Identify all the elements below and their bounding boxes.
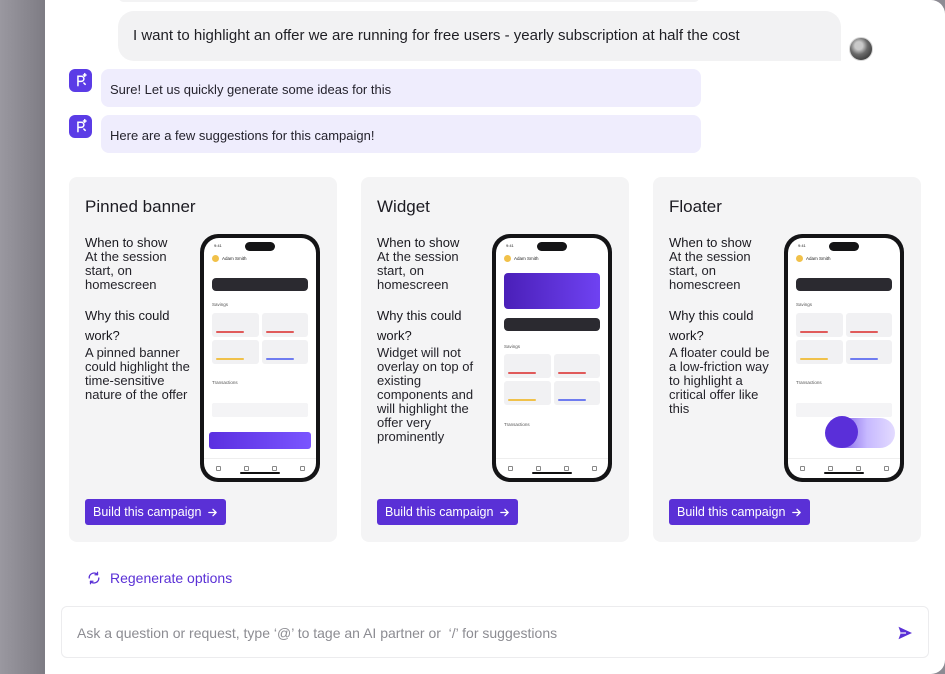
build-campaign-button[interactable]: Build this campaign bbox=[377, 499, 519, 525]
phone-notch bbox=[829, 242, 859, 251]
phone-name: Adam Smith bbox=[222, 256, 247, 261]
phone-tabbar bbox=[204, 458, 316, 478]
savings-label: Savings bbox=[796, 302, 813, 307]
when-label: When to show bbox=[669, 235, 752, 250]
bot-message-text: Here are a few suggestions for this camp… bbox=[110, 128, 375, 143]
widget-preview bbox=[504, 273, 600, 309]
phone-tabbar bbox=[788, 458, 900, 478]
pinned-banner-preview bbox=[209, 432, 311, 449]
home-indicator bbox=[824, 472, 864, 474]
balance-block bbox=[212, 278, 308, 291]
user-avatar bbox=[849, 37, 873, 61]
phone-notch bbox=[537, 242, 567, 251]
phone-screen: 9:41 Adam Smith Savings Transactions bbox=[496, 238, 608, 478]
phone-mockup: 9:41 Adam Smith Savings Transactions bbox=[200, 234, 320, 482]
arrow-right-icon bbox=[500, 508, 510, 516]
chat-input-bar bbox=[61, 606, 929, 658]
chat-input[interactable] bbox=[77, 622, 877, 644]
why-label: Why this could work? bbox=[669, 308, 754, 343]
card-details: When to show At the session start, on ho… bbox=[377, 236, 485, 444]
build-campaign-label: Build this campaign bbox=[677, 505, 786, 519]
transactions-label: Transactions bbox=[212, 380, 238, 385]
transactions-label: Transactions bbox=[796, 380, 822, 385]
user-message-text: I want to highlight an offer we are runn… bbox=[133, 27, 740, 44]
build-campaign-label: Build this campaign bbox=[385, 505, 494, 519]
send-icon[interactable] bbox=[897, 625, 913, 641]
when-value: At the session start, on homescreen bbox=[669, 249, 751, 292]
transactions-label: Transactions bbox=[504, 422, 530, 427]
why-label: Why this could work? bbox=[377, 308, 462, 343]
phone-mockup: 9:41 Adam Smith Savings Transactions bbox=[492, 234, 612, 482]
arrow-right-icon bbox=[208, 508, 218, 516]
phone-greeting: Adam Smith bbox=[504, 255, 539, 262]
transaction-row bbox=[212, 403, 308, 417]
when-value: At the session start, on homescreen bbox=[85, 249, 167, 292]
build-campaign-label: Build this campaign bbox=[93, 505, 202, 519]
balance-block bbox=[504, 318, 600, 331]
home-indicator bbox=[532, 472, 572, 474]
savings-grid bbox=[504, 354, 600, 405]
phone-name: Adam Smith bbox=[806, 256, 831, 261]
why-value: A floater could be a low-friction way to… bbox=[669, 345, 770, 416]
regenerate-options-button[interactable]: Regenerate options bbox=[87, 570, 232, 586]
savings-grid bbox=[212, 313, 308, 364]
why-label: Why this could work? bbox=[85, 308, 170, 343]
card-title: Floater bbox=[669, 197, 722, 216]
suggestion-card-floater: Floater When to show At the session star… bbox=[653, 177, 921, 542]
when-value: At the session start, on homescreen bbox=[377, 249, 459, 292]
bot-sparkle-icon bbox=[69, 69, 92, 92]
phone-tabbar bbox=[496, 458, 608, 478]
background-app-strip bbox=[0, 0, 46, 674]
phone-greeting: Adam Smith bbox=[796, 255, 831, 262]
bot-sparkle-icon bbox=[69, 115, 92, 138]
regenerate-label: Regenerate options bbox=[110, 570, 233, 586]
phone-screen: 9:41 Adam Smith Savings Transactions bbox=[788, 238, 900, 478]
bot-message-bubble: Sure! Let us quickly generate some ideas… bbox=[101, 69, 701, 107]
savings-label: Savings bbox=[212, 302, 229, 307]
user-message-bubble: I want to highlight an offer we are runn… bbox=[118, 11, 841, 61]
build-campaign-button[interactable]: Build this campaign bbox=[669, 499, 811, 525]
home-indicator bbox=[240, 472, 280, 474]
savings-label: Savings bbox=[504, 344, 521, 349]
build-campaign-button[interactable]: Build this campaign bbox=[85, 499, 227, 525]
phone-notch bbox=[245, 242, 275, 251]
why-value: A pinned banner could highlight the time… bbox=[85, 345, 190, 402]
card-details: When to show At the session start, on ho… bbox=[669, 236, 777, 416]
phone-time: 9:41 bbox=[506, 243, 514, 248]
balance-block bbox=[796, 278, 892, 291]
transaction-row bbox=[796, 403, 892, 417]
arrow-right-icon bbox=[792, 508, 802, 516]
when-label: When to show bbox=[85, 235, 168, 250]
phone-name: Adam Smith bbox=[514, 256, 539, 261]
phone-screen: 9:41 Adam Smith Savings Transactions bbox=[204, 238, 316, 478]
bot-message-bubble: Here are a few suggestions for this camp… bbox=[101, 115, 701, 153]
phone-time: 9:41 bbox=[214, 243, 222, 248]
phone-time: 9:41 bbox=[798, 243, 806, 248]
card-title: Pinned banner bbox=[85, 197, 196, 216]
previous-message-bubble bbox=[118, 0, 700, 2]
bot-message-text: Sure! Let us quickly generate some ideas… bbox=[110, 82, 392, 97]
card-title: Widget bbox=[377, 197, 430, 216]
phone-mockup: 9:41 Adam Smith Savings Transactions bbox=[784, 234, 904, 482]
savings-grid bbox=[796, 313, 892, 364]
floater-badge bbox=[826, 416, 858, 448]
why-value: Widget will not overlay on top of existi… bbox=[377, 345, 474, 444]
refresh-icon bbox=[88, 571, 100, 585]
card-details: When to show At the session start, on ho… bbox=[85, 236, 193, 402]
when-label: When to show bbox=[377, 235, 460, 250]
chat-panel: I want to highlight an offer we are runn… bbox=[45, 0, 945, 674]
phone-greeting: Adam Smith bbox=[212, 255, 247, 262]
suggestion-card-widget: Widget When to show At the session start… bbox=[361, 177, 629, 542]
suggestion-card-pinned-banner: Pinned banner When to show At the sessio… bbox=[69, 177, 337, 542]
